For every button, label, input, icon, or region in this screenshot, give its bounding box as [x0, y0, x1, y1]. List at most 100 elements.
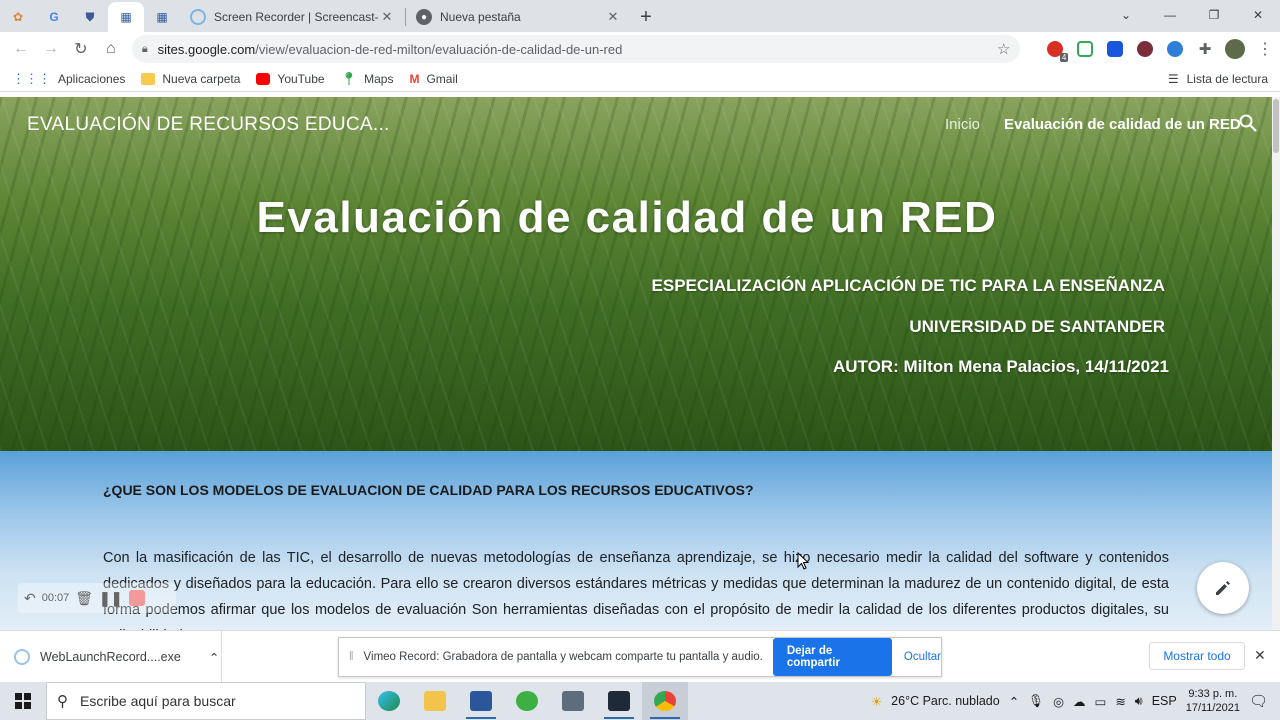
address-bar[interactable]: 🔒︎ sites.google.com/view/evaluacion-de-r…	[131, 35, 1021, 63]
taskbar-calculator[interactable]	[550, 682, 596, 720]
apps-grid-icon: ⋮⋮⋮	[12, 70, 51, 86]
weather-icon[interactable]: ☀︎	[871, 694, 882, 709]
video-icon	[1107, 41, 1124, 57]
battery-icon[interactable]: ▭	[1095, 694, 1107, 709]
reload-button[interactable]: ↻	[66, 34, 96, 64]
youtube-icon	[256, 72, 271, 85]
tab-screen-recorder[interactable]: Screen Recorder | Screencast-O-Matic ✕	[180, 2, 405, 32]
pinned-tab-sites[interactable]: ▦	[144, 2, 180, 32]
bookmark-star-icon[interactable]: ☆	[997, 40, 1010, 58]
scrollbar-thumb[interactable]	[1273, 99, 1279, 153]
gmail-icon: M	[409, 71, 420, 86]
start-button[interactable]	[0, 682, 46, 720]
pinned-tab-1[interactable]: ✿	[0, 2, 36, 32]
reading-list-icon: ☰	[1167, 71, 1179, 86]
extension-zoom[interactable]	[1100, 34, 1130, 64]
chevron-up-icon[interactable]: ⌃	[209, 650, 219, 665]
extensions-puzzle-button[interactable]: ✚	[1190, 34, 1220, 64]
taskbar-search[interactable]: ⚲ Escribe aquí para buscar	[46, 682, 366, 720]
language-indicator[interactable]: ESP	[1152, 694, 1177, 708]
app-icon	[608, 691, 630, 711]
stop-icon[interactable]	[128, 590, 145, 606]
search-icon: ⚲	[57, 693, 68, 710]
screen-share-bar: ‖ Vimeo Record: Grabadora de pantalla y …	[338, 637, 942, 677]
pinned-tab-3[interactable]: ⛊	[72, 2, 108, 32]
google-icon: G	[49, 10, 59, 24]
search-icon[interactable]	[1238, 113, 1258, 133]
onedrive-icon[interactable]: ☁︎	[1073, 694, 1086, 709]
new-tab-button[interactable]: +	[631, 2, 661, 32]
notifications-icon[interactable]: 🗨︎	[1249, 692, 1268, 710]
wifi-icon[interactable]: ≋	[1115, 694, 1125, 709]
minimize-icon[interactable]: —	[1148, 0, 1192, 30]
hide-button[interactable]: Ocultar	[904, 651, 941, 663]
edit-button[interactable]	[1197, 562, 1249, 614]
home-button[interactable]: ⌂	[96, 34, 126, 64]
taskbar-edge[interactable]	[366, 682, 412, 720]
bookmark-folder[interactable]: Nueva carpeta	[133, 72, 248, 86]
taskbar-app-green[interactable]	[504, 682, 550, 720]
bookmark-apps[interactable]: ⋮⋮⋮ Aplicaciones	[0, 71, 133, 87]
lock-icon[interactable]: 🔒︎	[142, 43, 148, 56]
volume-icon[interactable]: 🔊︎	[1135, 694, 1143, 709]
recording-timer: 00:07	[41, 592, 70, 604]
bookmark-label: Nueva carpeta	[162, 71, 241, 86]
pinned-tab-sites-active[interactable]: ▦	[108, 2, 144, 32]
drag-handle-icon[interactable]: ‖	[345, 651, 358, 663]
share-message: Vimeo Record: Grabadora de pantalla y we…	[363, 651, 763, 663]
folder-icon	[141, 72, 156, 85]
taskbar-word[interactable]	[458, 682, 504, 720]
reading-list-button[interactable]: ☰ Lista de lectura	[1168, 72, 1280, 86]
bookmark-gmail[interactable]: M Gmail	[401, 72, 465, 86]
nav-inicio[interactable]: Inicio	[945, 116, 980, 133]
extension-record[interactable]	[1130, 34, 1160, 64]
tab-new-tab[interactable]: ● Nueva pestaña ✕	[406, 2, 631, 32]
page-scrollbar[interactable]	[1272, 97, 1280, 630]
close-icon[interactable]: ✕	[379, 9, 395, 25]
stop-sharing-button[interactable]: Dejar de compartir	[772, 638, 892, 676]
pinned-tab-google[interactable]: G	[36, 2, 72, 32]
undo-icon[interactable]: ↶	[24, 590, 36, 607]
menu-button[interactable]: ⋮	[1250, 34, 1280, 64]
hero-subtitle-specialization: ESPECIALIZACIÓN APLICACIÓN DE TIC PARA L…	[651, 276, 1165, 295]
page-title: Evaluación de calidad de un RED	[256, 193, 998, 242]
pencil-icon	[1216, 581, 1230, 595]
site-title[interactable]: EVALUACIÓN DE RECURSOS EDUCA...	[27, 114, 390, 136]
bookmark-maps[interactable]: 📍︎ Maps	[333, 71, 402, 87]
page-viewport: EVALUACIÓN DE RECURSOS EDUCA... Inicio E…	[0, 97, 1272, 630]
extension-red[interactable]: 4	[1040, 34, 1070, 64]
taskbar-explorer[interactable]	[412, 682, 458, 720]
close-icon[interactable]: ✕	[605, 9, 621, 25]
pause-icon[interactable]: ❚❚	[99, 590, 122, 607]
forward-button[interactable]: →	[36, 34, 66, 64]
close-window-icon[interactable]: ✕	[1236, 0, 1280, 30]
pinned-site-icon: ✿	[12, 10, 24, 24]
close-icon[interactable]: ✕	[1254, 647, 1266, 664]
extension-icon	[1077, 41, 1094, 57]
restore-icon[interactable]: ❐	[1192, 0, 1236, 30]
clock[interactable]: 9:33 p. m. 17/11/2021	[1186, 687, 1240, 715]
back-button[interactable]: ←	[6, 34, 36, 64]
show-all-button[interactable]: Mostrar todo	[1149, 642, 1245, 670]
trash-icon[interactable]: 🗑︎	[75, 590, 93, 607]
weather-text[interactable]: 26°C Parc. nublado	[891, 694, 1000, 708]
meet-icon[interactable]: ◎	[1053, 694, 1064, 709]
tab-search-icon[interactable]: ⌄	[1104, 0, 1148, 30]
chevron-up-icon[interactable]: ⌃	[1009, 694, 1019, 709]
bookmark-label: YouTube	[277, 71, 325, 86]
download-filename: WebLaunchRecord....exe	[40, 650, 181, 664]
taskbar-chrome[interactable]	[642, 682, 688, 720]
tab-title: Nueva pestaña	[440, 10, 521, 24]
bookmark-youtube[interactable]: YouTube	[248, 72, 332, 86]
taskbar-app-dark[interactable]	[596, 682, 642, 720]
nav-evaluacion[interactable]: Evaluación de calidad de un RED	[1004, 116, 1241, 133]
extension-green[interactable]	[1070, 34, 1100, 64]
download-item[interactable]: WebLaunchRecord....exe ⌃	[14, 631, 222, 683]
reading-list-label: Lista de lectura	[1186, 71, 1268, 86]
microphone-icon[interactable]: 🎙︎	[1028, 694, 1044, 709]
hero-subtitle-university: UNIVERSIDAD DE SANTANDER	[909, 317, 1165, 336]
extension-blue[interactable]	[1160, 34, 1190, 64]
profile-button[interactable]	[1220, 34, 1250, 64]
word-icon	[470, 691, 492, 711]
sites-icon: ▦	[120, 10, 132, 24]
